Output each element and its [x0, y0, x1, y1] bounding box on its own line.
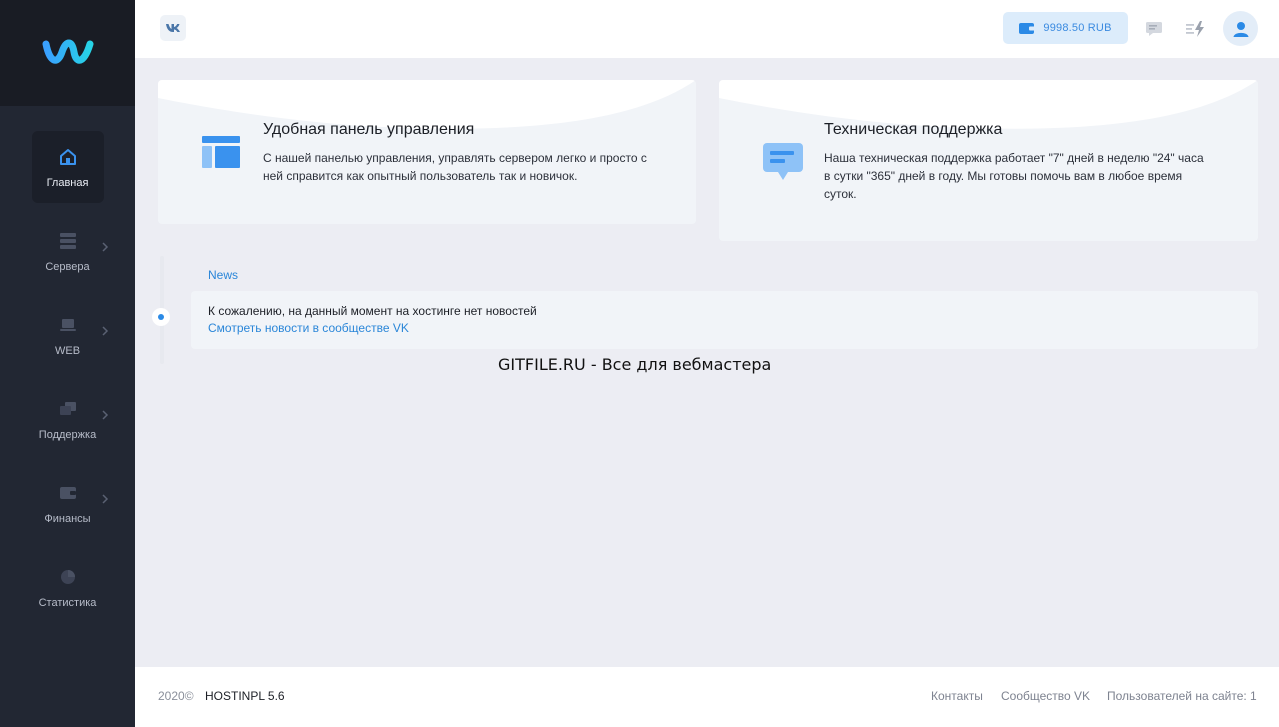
- card-title: Техническая поддержка: [824, 121, 1003, 138]
- vk-button[interactable]: [160, 15, 186, 41]
- feature-card-control-panel: Удобная панель управления С нашей панель…: [158, 80, 696, 224]
- online-users-count: Пользователей на сайте: 1: [1107, 689, 1257, 703]
- laptop-icon: [57, 314, 79, 336]
- footer-brand: HOSTINPL 5.6: [205, 689, 285, 703]
- sidebar-item-label: Статистика: [38, 596, 97, 609]
- watermark-text: GITFILE.RU - Все для вебмастера: [498, 355, 772, 374]
- news-title: News: [208, 268, 239, 282]
- pie-chart-icon: [57, 566, 79, 588]
- message-bubble-icon: [763, 143, 803, 186]
- hostinpl-logo-icon: [42, 39, 93, 64]
- dashboard-layout-icon: [202, 136, 240, 173]
- vk-news-link[interactable]: Смотреть новости в сообществе VK: [208, 321, 409, 335]
- logo[interactable]: [0, 0, 135, 106]
- user-icon: [1233, 21, 1248, 37]
- contacts-link[interactable]: Контакты: [931, 689, 983, 703]
- wallet-icon: [1019, 22, 1036, 34]
- sidebar: Главная Сервера WEB Поддержка Финансы Ст…: [0, 0, 135, 727]
- card-text-line: С нашей панелью управления, управлять се…: [263, 151, 647, 165]
- chat-icon: [1146, 22, 1162, 36]
- sidebar-item-label: Финансы: [44, 512, 91, 525]
- sidebar-item-home[interactable]: Главная: [31, 131, 104, 203]
- sidebar-item-label: Главная: [46, 176, 89, 189]
- timeline-dot-icon: [152, 308, 170, 326]
- footer-year: 2020©: [158, 689, 194, 703]
- feature-card-support: Техническая поддержка Наша техническая п…: [719, 80, 1258, 241]
- vk-community-link[interactable]: Сообщество VK: [1001, 689, 1090, 703]
- news-item: [191, 291, 1258, 349]
- server-icon: [57, 230, 79, 252]
- card-text-line: в сутки "365" дней в году. Мы готовы пом…: [824, 169, 1183, 183]
- sidebar-item-label: WEB: [54, 344, 81, 357]
- activity-button[interactable]: [1185, 18, 1207, 40]
- sidebar-item-web[interactable]: WEB: [32, 299, 108, 371]
- vk-icon: [166, 24, 180, 32]
- chat-button[interactable]: [1143, 18, 1165, 40]
- chevron-right-icon: [101, 326, 108, 336]
- sidebar-item-support[interactable]: Поддержка: [32, 383, 108, 455]
- wallet-icon: [57, 482, 79, 504]
- chevron-right-icon: [101, 410, 108, 420]
- card-text-line: Наша техническая поддержка работает "7" …: [824, 151, 1204, 165]
- card-title: Удобная панель управления: [263, 121, 475, 138]
- sidebar-item-finance[interactable]: Финансы: [32, 467, 108, 539]
- home-icon: [57, 146, 79, 168]
- sidebar-nav: Главная Сервера WEB Поддержка Финансы Ст…: [0, 106, 135, 623]
- card-text-line: ней справится как опытный пользователь т…: [263, 169, 578, 183]
- sidebar-item-label: Сервера: [45, 260, 90, 273]
- footer: 2020© HOSTINPL 5.6 Контакты Сообщество V…: [135, 667, 1279, 727]
- balance-button[interactable]: 9998.50 RUB: [1003, 12, 1128, 44]
- top-bar: 9998.50 RUB: [135, 0, 1279, 58]
- sidebar-item-stats[interactable]: Статистика: [32, 551, 104, 623]
- sidebar-item-servers[interactable]: Сервера: [32, 215, 108, 287]
- support-icon: [57, 398, 79, 420]
- user-avatar-button[interactable]: [1223, 11, 1258, 46]
- news-text: К сожалению, на данный момент на хостинг…: [208, 304, 537, 318]
- card-text-line: суток.: [824, 187, 857, 201]
- chevron-right-icon: [101, 242, 108, 252]
- chevron-right-icon: [101, 494, 108, 504]
- balance-amount: 9998.50 RUB: [1043, 22, 1112, 34]
- sidebar-item-label: Поддержка: [38, 428, 97, 441]
- flash-icon: [1186, 21, 1204, 37]
